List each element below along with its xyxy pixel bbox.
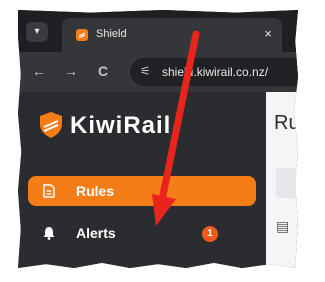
browser-tab[interactable]: Shield × xyxy=(62,18,282,52)
sidebar-item-label: Rules xyxy=(76,183,115,199)
item-icon: ▤ xyxy=(276,218,290,234)
document-icon xyxy=(43,184,55,198)
alerts-count-badge: 1 xyxy=(202,226,218,242)
chevron-down-icon: ▾ xyxy=(34,26,40,37)
tab-list-button[interactable]: ▾ xyxy=(26,22,48,42)
shield-favicon-icon xyxy=(76,29,88,41)
close-tab-icon[interactable]: × xyxy=(264,26,272,41)
sidebar-item-label: Alerts xyxy=(76,225,116,241)
browser-screenshot: ▾ Shield × ← → C ⚟ shield.kiwirail.co.nz… xyxy=(18,10,298,268)
site-info-icon[interactable]: ⚟ xyxy=(140,64,151,78)
main-panel: Ru ▤ xyxy=(266,92,298,268)
back-icon[interactable]: ← xyxy=(32,63,46,79)
tab-title: Shield xyxy=(96,28,127,40)
tab-strip: ▾ Shield × xyxy=(18,10,298,52)
page-content: KiwiRail Rules Alerts 1 Ru ▤ xyxy=(18,92,298,268)
sidebar: KiwiRail Rules Alerts 1 xyxy=(18,92,266,268)
url-text[interactable]: shield.kiwirail.co.nz/ xyxy=(162,65,268,79)
brand-name: KiwiRail xyxy=(70,112,172,139)
reload-icon[interactable]: C xyxy=(98,63,108,79)
bell-icon xyxy=(43,227,55,240)
content-card xyxy=(276,168,298,198)
browser-toolbar: ← → C ⚟ shield.kiwirail.co.nz/ xyxy=(18,52,298,92)
address-bar[interactable]: ⚟ shield.kiwirail.co.nz/ xyxy=(130,58,298,86)
shield-logo-icon xyxy=(40,112,62,138)
page-title: Ru xyxy=(274,112,298,134)
sidebar-item-rules[interactable]: Rules xyxy=(28,176,256,206)
sidebar-item-alerts[interactable]: Alerts 1 xyxy=(28,218,256,248)
forward-icon[interactable]: → xyxy=(64,63,78,79)
